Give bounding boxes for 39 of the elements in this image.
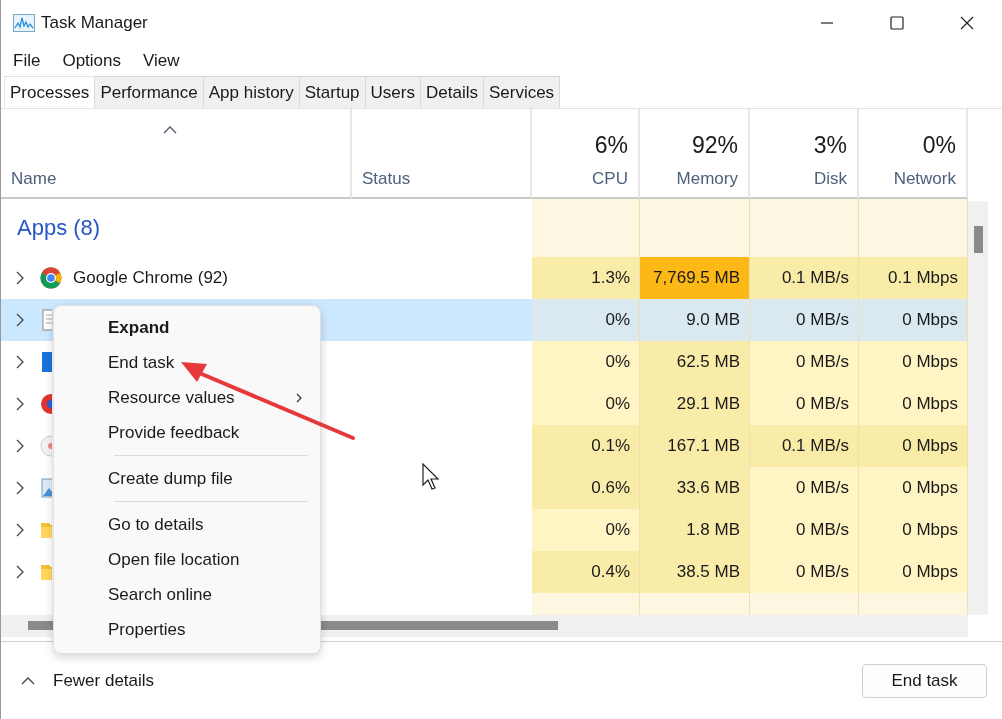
process-name: Google Chrome (92) [73, 268, 228, 288]
table-cell: 0% [532, 383, 640, 425]
table-cell: 33.6 MB [640, 467, 750, 509]
table-cell: 62.5 MB [640, 341, 750, 383]
table-cell: 0 Mbps [859, 425, 968, 467]
table-cell: 0 MB/s [750, 551, 859, 593]
column-usage: 0% [922, 132, 956, 159]
table-cell: 0.1 MB/s [750, 425, 859, 467]
table-cell: 0 MB/s [750, 299, 859, 341]
table-cell: 167.1 MB [640, 425, 750, 467]
table-cell: 0 Mbps [859, 383, 968, 425]
table-cell: 0.1 Mbps [859, 257, 968, 299]
table-cell: 0 Mbps [859, 551, 968, 593]
table-cell: 1.3% [532, 257, 640, 299]
column-usage: 3% [813, 132, 847, 159]
table-cell: 0.4% [532, 551, 640, 593]
group-header: Apps (8) [17, 215, 101, 241]
table-cell: 29.1 MB [640, 383, 750, 425]
table-cell: 0 MB/s [750, 509, 859, 551]
table-cell: 0.6% [532, 467, 640, 509]
table-cell: 0.1 MB/s [750, 257, 859, 299]
table-cell: 0.1% [532, 425, 640, 467]
table-cell: 0 Mbps [859, 467, 968, 509]
table-cell: 1.8 MB [640, 509, 750, 551]
table-cell: 0 MB/s [750, 467, 859, 509]
table-cell: 0 MB/s [750, 383, 859, 425]
table-cell: 0 Mbps [859, 299, 968, 341]
column-usage: 6% [594, 132, 628, 159]
window-title: Task Manager [41, 13, 148, 33]
column-usage: 92% [691, 132, 738, 159]
table-cell: 0 MB/s [750, 341, 859, 383]
table-cell: 0% [532, 341, 640, 383]
table-cell: 38.5 MB [640, 551, 750, 593]
table-cell: 7,769.5 MB [640, 257, 750, 299]
table-cell: 0% [532, 299, 640, 341]
table-cell: 0 Mbps [859, 341, 968, 383]
table-cell: 9.0 MB [640, 299, 750, 341]
table-cell: 0% [532, 509, 640, 551]
table-cell: 0 Mbps [859, 509, 968, 551]
